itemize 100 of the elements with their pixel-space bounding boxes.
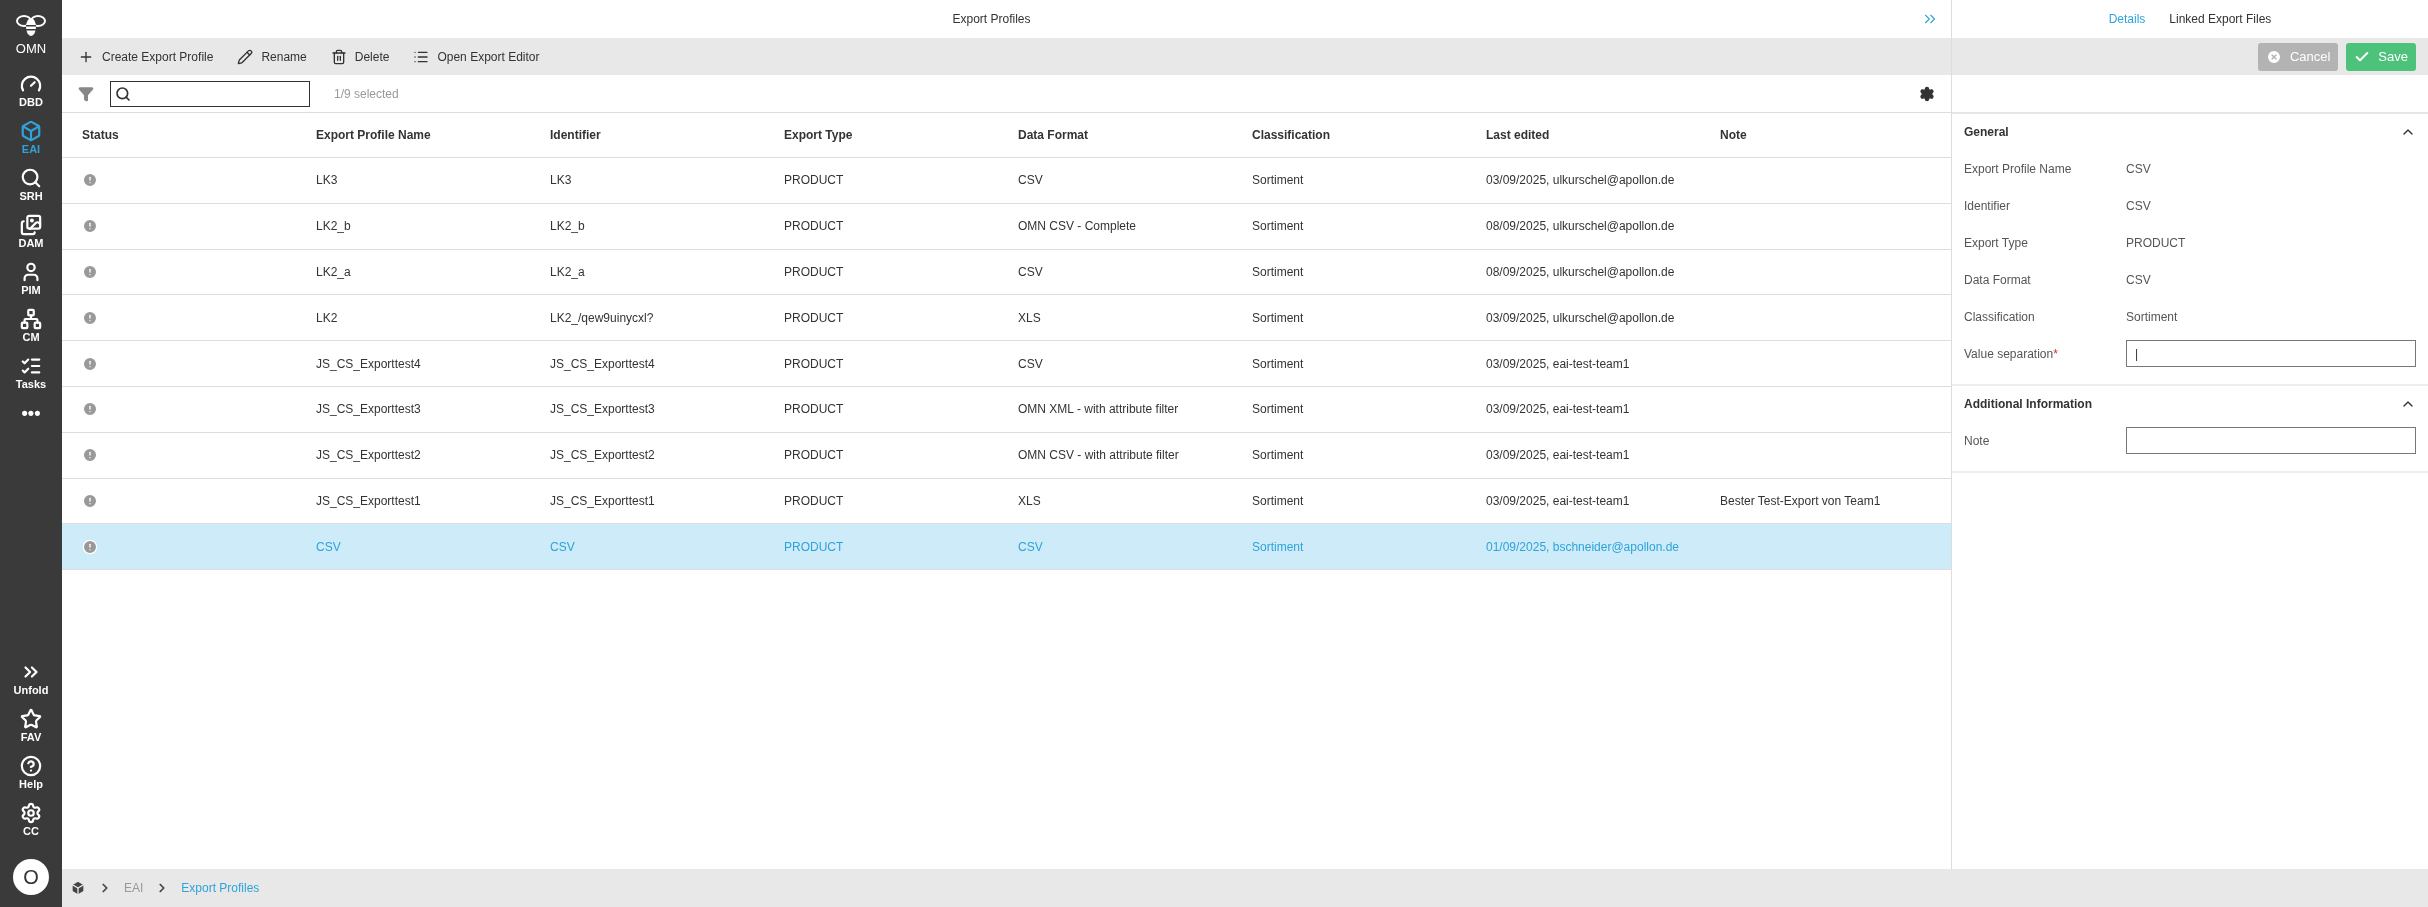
table-cell-text: JS_CS_Exporttest4: [550, 355, 656, 373]
table-cell-text: 03/09/2025, eai-test-team1: [1486, 447, 1631, 465]
sidebar-item[interactable]: CM: [0, 302, 62, 349]
sidebar-item[interactable]: EAI: [0, 114, 62, 161]
table-cell-text: PRODUCT: [784, 447, 845, 465]
table-cell-text: CSV: [316, 538, 342, 556]
table-cell-text: 03/09/2025, ulkurschel@apollon.de: [1486, 172, 1676, 190]
table-cell-text: PRODUCT: [784, 264, 845, 281]
search-icon: [115, 85, 131, 102]
filter-icon[interactable]: [78, 85, 94, 102]
column-header[interactable]: Status: [82, 126, 316, 144]
person-icon: [20, 261, 42, 283]
column-header[interactable]: Export Type: [784, 126, 1018, 144]
table-cell-text: JS_CS_Exporttest3: [316, 401, 422, 419]
table-cell-text: PRODUCT: [784, 538, 845, 556]
section-header[interactable]: General: [1952, 114, 2428, 150]
search-icon: [20, 167, 42, 189]
table-cell-text: CSV: [1018, 355, 1044, 373]
column-header[interactable]: Classification: [1252, 126, 1486, 144]
table-cell-text: 03/09/2025, ulkurschel@apollon.de: [1486, 309, 1676, 327]
help-icon: [20, 755, 42, 777]
table-cell-text: Bester Test-Export von Team1: [1720, 492, 1882, 510]
sidebar-item[interactable]: PIM: [0, 255, 62, 302]
table-cell-text: Sortiment: [1252, 309, 1305, 327]
field-label: Export Profile Name: [1964, 160, 2073, 178]
close-icon: [2265, 48, 2282, 65]
network-icon: [20, 308, 42, 330]
table-row[interactable]: JS_CS_Exporttest3 JS_CS_Exporttest3 PRODUCT OMN XML - with attribute filter Sortiment 03/09/2025, eai-test-team1: [62, 387, 1951, 433]
table-cell-text: 03/09/2025, eai-test-team1: [1486, 355, 1631, 373]
table-cell-text: LK3: [550, 172, 573, 190]
input-field[interactable]: [2126, 427, 2416, 454]
table-cell-text: Sortiment: [1252, 401, 1305, 419]
field-label: Identifier: [1964, 197, 2012, 215]
column-header[interactable]: Last edited: [1486, 126, 1720, 144]
user-avatar[interactable]: O: [13, 859, 49, 895]
table-row[interactable]: LK3 LK3 PRODUCT CSV Sortiment 03/09/2025, ulkurschel@apollon.de: [62, 158, 1951, 204]
status-icon: [82, 218, 98, 235]
table-cell-text: 03/09/2025, eai-test-team1: [1486, 492, 1631, 510]
selection-count: 1/9 selected: [334, 85, 399, 103]
field-label: Classification: [1964, 308, 2036, 326]
table-cell-text: 08/09/2025, ulkurschel@apollon.de: [1486, 218, 1676, 236]
input-field[interactable]: |: [2126, 340, 2416, 367]
table-cell-text: JS_CS_Exporttest2: [316, 447, 422, 465]
table-cell-text: LK2_b: [550, 218, 586, 236]
table-cell-text: CSV: [550, 538, 576, 556]
table-cell-text: OMN XML - with attribute filter: [1018, 401, 1180, 419]
sidebar-item[interactable]: SRH: [0, 161, 62, 208]
column-header[interactable]: Export Profile Name: [316, 126, 550, 144]
toolbar-button[interactable]: Rename: [237, 47, 307, 66]
sidebar-item[interactable]: FAV: [0, 702, 62, 749]
sidebar-item[interactable]: DBD: [0, 67, 62, 114]
sidebar-item[interactable]: Help: [0, 749, 62, 796]
field-label: Data Format: [1964, 271, 2032, 289]
table-row[interactable]: JS_CS_Exporttest4 JS_CS_Exporttest4 PRODUCT CSV Sortiment 03/09/2025, eai-test-team1: [62, 341, 1951, 387]
table-cell-text: Sortiment: [1252, 492, 1305, 510]
status-icon: [82, 264, 98, 280]
table-cell-text: XLS: [1018, 309, 1042, 327]
status-icon: [82, 355, 98, 372]
cube-icon: [20, 120, 42, 142]
column-header[interactable]: Data Format: [1018, 126, 1252, 144]
toolbar-button[interactable]: Open Export Editor: [413, 47, 540, 66]
field-value: Sortiment: [2126, 308, 2179, 326]
field-value: CSV: [2126, 197, 2152, 215]
section-header[interactable]: Additional Information: [1952, 386, 2428, 422]
images-icon: [20, 214, 42, 236]
table-cell-text: JS_CS_Exporttest3: [550, 401, 656, 419]
sidebar-item[interactable]: Unfold: [0, 655, 62, 702]
toolbar-button[interactable]: Delete: [330, 47, 390, 66]
table-row[interactable]: LK2 LK2_/qew9uinycxl? PRODUCT XLS Sortiment 03/09/2025, ulkurschel@apollon.de: [62, 295, 1951, 342]
table-cell-text: LK2: [316, 309, 339, 327]
status-icon: [82, 309, 98, 326]
status-icon: [82, 172, 98, 189]
table-cell-text: PRODUCT: [784, 309, 845, 327]
settings-icon[interactable]: [1919, 85, 1935, 102]
more-button[interactable]: •••: [21, 396, 41, 430]
table-row[interactable]: LK2_a LK2_a PRODUCT CSV Sortiment 08/09/2025, ulkurschel@apollon.de: [62, 249, 1951, 296]
field-label: Export Type: [1964, 234, 2029, 252]
table-cell-text: OMN CSV - with attribute filter: [1018, 447, 1180, 465]
table-row[interactable]: LK2_b LK2_b PRODUCT OMN CSV - Complete Sortiment 08/09/2025, ulkurschel@apollon.de: [62, 203, 1951, 250]
table-cell-text: 03/09/2025, eai-test-team1: [1486, 401, 1631, 419]
table-cell-text: Sortiment: [1252, 172, 1305, 190]
sidebar-item[interactable]: Tasks: [0, 349, 62, 396]
sidebar-item[interactable]: DAM: [0, 208, 62, 255]
table-cell-text: LK2_a: [550, 264, 586, 281]
settings-icon: [20, 802, 42, 824]
table-cell-text: LK2_b: [316, 218, 352, 236]
cube-icon[interactable]: [70, 880, 86, 896]
table-cell-text: PRODUCT: [784, 401, 845, 419]
status-icon: [82, 492, 98, 509]
search-field[interactable]: [110, 80, 310, 107]
sidebar-item[interactable]: CC: [0, 796, 62, 843]
trash-icon: [330, 48, 347, 65]
toolbar-button[interactable]: Create Export Profile: [78, 47, 214, 66]
table-row[interactable]: JS_CS_Exporttest2 JS_CS_Exporttest2 PRODUCT OMN CSV - with attribute filter Sortiment 03/09/2025, eai-test-team1: [62, 432, 1951, 479]
field-label: Value separation*: [1964, 345, 2059, 363]
column-header[interactable]: Identifier: [550, 126, 784, 144]
panel-tab[interactable]: Linked Export Files: [2169, 10, 2272, 28]
column-header[interactable]: Note: [1720, 126, 1951, 144]
star-icon: [20, 708, 42, 730]
table-cell-text: CSV: [1018, 538, 1044, 556]
